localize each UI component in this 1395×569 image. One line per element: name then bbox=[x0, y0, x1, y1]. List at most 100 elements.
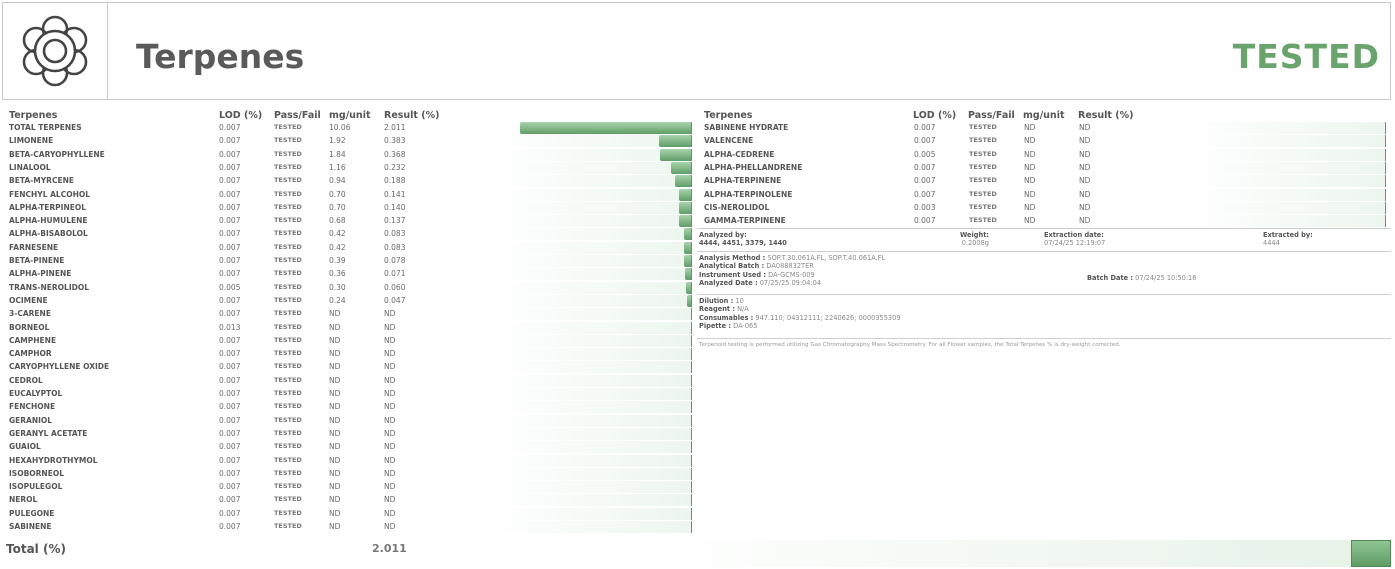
lod-value: 0.007 bbox=[219, 295, 241, 305]
terpene-name: ALPHA-PINENE bbox=[9, 269, 72, 279]
result-bar-fill bbox=[684, 255, 691, 267]
terpene-name: BETA-PINENE bbox=[9, 256, 65, 265]
result-bar bbox=[489, 228, 692, 241]
mg-value: 0.39 bbox=[329, 256, 346, 265]
pass-fail-value: TESTED bbox=[274, 149, 302, 158]
result-bar bbox=[489, 388, 692, 400]
result-value: ND bbox=[1079, 216, 1091, 226]
result-bar-fill bbox=[660, 148, 691, 161]
table-row: BORNEOL 0.013 TESTED ND ND bbox=[9, 321, 695, 334]
terpene-name: BETA-MYRCENE bbox=[9, 176, 74, 186]
terpene-name: SABINENE HYDRATE bbox=[704, 123, 789, 132]
pass-fail-value: TESTED bbox=[969, 123, 997, 131]
table-row: ALPHA-PINENE 0.007 TESTED 0.36 0.071 bbox=[9, 267, 695, 281]
lod-value: 0.013 bbox=[219, 322, 241, 332]
consumables-value: 947.110; 04312111; 2240626; 0000355309 bbox=[755, 313, 901, 322]
col-header-passfail: Pass/Fail bbox=[968, 110, 1015, 121]
table-row: CEDROL 0.007 TESTED ND ND bbox=[9, 374, 695, 387]
lod-value: 0.007 bbox=[219, 375, 241, 385]
result-bar bbox=[1184, 175, 1386, 188]
result-value: 0.047 bbox=[384, 295, 406, 305]
table-row: ISOPULEGOL 0.007 TESTED ND ND bbox=[9, 480, 695, 494]
result-value: 0.188 bbox=[384, 176, 406, 186]
lod-value: 0.007 bbox=[219, 123, 241, 132]
terpene-name: FENCHYL ALCOHOL bbox=[9, 189, 91, 199]
table-row: GUAIOL 0.007 TESTED ND ND bbox=[9, 440, 695, 454]
result-bar-fill bbox=[684, 241, 691, 254]
terpene-name: FENCHONE bbox=[9, 402, 56, 412]
result-value: 0.083 bbox=[384, 242, 406, 252]
pass-fail-value: TESTED bbox=[274, 428, 302, 437]
mg-value: 0.94 bbox=[329, 176, 346, 186]
weight-value: 0.2008g bbox=[961, 239, 989, 247]
result-bar bbox=[489, 281, 692, 294]
total-value: 2.011 bbox=[372, 542, 407, 555]
terpene-name: LINALOOL bbox=[9, 162, 51, 172]
terpene-name: TRANS-NEROLIDOL bbox=[9, 282, 89, 292]
terpenes-table-left: Terpenes LOD (%) Pass/Fail mg/unit Resul… bbox=[9, 110, 695, 533]
result-bar bbox=[489, 454, 692, 467]
pass-fail-value: TESTED bbox=[274, 216, 302, 225]
lod-value: 0.007 bbox=[219, 256, 241, 265]
mg-value: ND bbox=[329, 455, 341, 465]
pass-fail-value: TESTED bbox=[274, 229, 302, 238]
mg-value: 1.16 bbox=[329, 162, 346, 172]
mg-value: ND bbox=[329, 522, 341, 531]
pass-fail-value: TESTED bbox=[274, 256, 302, 264]
result-value: ND bbox=[1079, 176, 1091, 186]
result-value: 0.137 bbox=[384, 216, 406, 226]
result-value: 0.071 bbox=[384, 269, 406, 279]
result-bar-fill bbox=[684, 228, 691, 241]
result-bar bbox=[489, 268, 692, 281]
pass-fail-value: TESTED bbox=[274, 375, 302, 384]
pass-fail-value: TESTED bbox=[274, 389, 302, 397]
result-bar-fill bbox=[675, 175, 691, 188]
pass-fail-value: TESTED bbox=[969, 216, 997, 225]
lod-value: 0.007 bbox=[219, 428, 241, 438]
pass-fail-value: TESTED bbox=[274, 176, 302, 185]
terpenes-table-right: Terpenes LOD (%) Pass/Fail mg/unit Resul… bbox=[704, 110, 1390, 230]
lod-value: 0.007 bbox=[219, 162, 241, 172]
lod-value: 0.007 bbox=[219, 149, 241, 159]
lod-value: 0.007 bbox=[219, 136, 241, 146]
result-bar bbox=[1184, 215, 1386, 228]
lod-value: 0.007 bbox=[219, 389, 241, 398]
analysis-method-label: Analysis Method : bbox=[699, 254, 766, 262]
lod-value: 0.007 bbox=[219, 442, 241, 452]
terpene-name: NEROL bbox=[9, 495, 38, 505]
result-value: ND bbox=[1079, 123, 1091, 132]
lod-value: 0.007 bbox=[914, 123, 936, 132]
terpene-name: CAMPHENE bbox=[9, 335, 57, 345]
col-header-result: Result (%) bbox=[1078, 110, 1134, 121]
mg-value: 1.84 bbox=[329, 149, 346, 159]
total-label: Total (%) bbox=[6, 542, 66, 556]
terpene-name: PULEGONE bbox=[9, 508, 55, 518]
divider bbox=[697, 251, 1391, 252]
terpene-name: 3-CARENE bbox=[9, 309, 51, 319]
lod-value: 0.007 bbox=[914, 136, 936, 146]
col-header-lod: LOD (%) bbox=[913, 110, 957, 121]
terpene-name: TOTAL TERPENES bbox=[9, 123, 82, 132]
pass-fail-value: TESTED bbox=[274, 402, 302, 411]
terpene-name: BORNEOL bbox=[9, 322, 50, 332]
terpene-name: CARYOPHYLLENE OXIDE bbox=[9, 362, 110, 372]
table-row: ALPHA-TERPINEOL 0.007 TESTED 0.70 0.140 bbox=[9, 201, 695, 214]
lod-value: 0.005 bbox=[219, 282, 241, 292]
mg-value: ND bbox=[329, 309, 341, 319]
result-bar bbox=[489, 135, 692, 148]
terpene-name: ALPHA-TERPINENE bbox=[704, 176, 782, 186]
terpene-name: ALPHA-BISABOLOL bbox=[9, 229, 88, 239]
result-value: ND bbox=[1079, 136, 1091, 146]
status-badge: TESTED bbox=[1232, 37, 1380, 76]
extracted-by-value: 4444 bbox=[1263, 239, 1280, 247]
result-bar bbox=[1184, 122, 1386, 134]
result-value: ND bbox=[1079, 162, 1091, 172]
result-bar bbox=[1184, 201, 1386, 214]
lod-value: 0.007 bbox=[219, 468, 241, 478]
result-value: ND bbox=[384, 442, 396, 452]
result-value: ND bbox=[384, 335, 396, 345]
mg-value: 0.70 bbox=[329, 202, 346, 212]
pass-fail-value: TESTED bbox=[274, 189, 302, 198]
result-value: ND bbox=[1079, 202, 1091, 212]
result-bar bbox=[489, 427, 692, 440]
